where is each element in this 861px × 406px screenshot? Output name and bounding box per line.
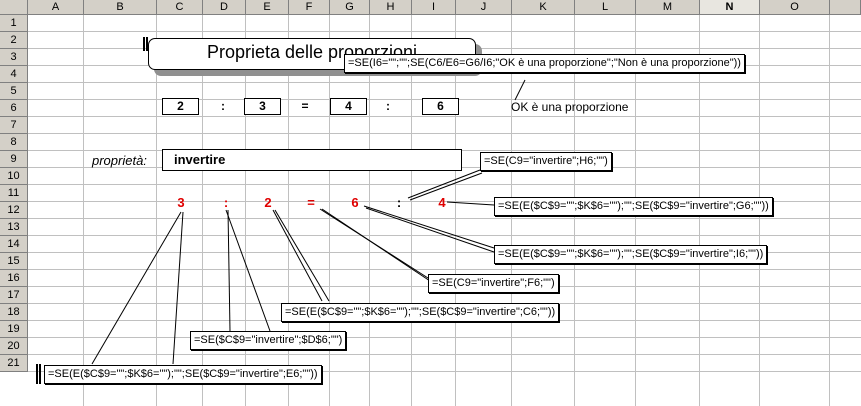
- callout-formula-d11[interactable]: =SE($C$9="invertire";$D$6;""): [190, 331, 347, 350]
- callout-formula-i11[interactable]: =SE(E($C$9="";$K$6="");"";SE($C$9="inver…: [494, 197, 773, 216]
- leader-c11-a: [91, 211, 182, 365]
- callout-formula-h11[interactable]: =SE(C9="invertire";H6;""): [480, 152, 612, 171]
- leader-k6: [514, 79, 526, 101]
- leader-f11-b: [321, 208, 431, 282]
- callout-formula-e11[interactable]: =SE(E($C$9="";$K$6="");"";SE($C$9="inver…: [281, 303, 560, 322]
- leader-h11-b: [409, 172, 483, 201]
- callout-formula-c11[interactable]: =SE(E($C$9="";$K$6="");"";SE($C$9="inver…: [44, 365, 322, 384]
- callout-formula-k6[interactable]: =SE(I6="";"";SE(C6/E6=G6/I6;"OK è una pr…: [344, 54, 745, 73]
- leader-g11-a: [363, 205, 495, 249]
- leader-d11-a: [225, 209, 271, 332]
- leader-g11-b: [365, 207, 495, 253]
- leader-d11-b: [227, 209, 231, 332]
- callout-formula-g11[interactable]: =SE(E($C$9="";$K$6="");"";SE($C$9="inver…: [494, 245, 768, 264]
- callout-formula-f11[interactable]: =SE(C9="invertire";F6;""): [428, 274, 559, 293]
- spreadsheet: ABCDEFGHIJKLMNO 1 2 3 4 5 6 7 8 9 10 11 12 13 14 15 16 1…: [0, 0, 861, 406]
- leader-i11: [446, 201, 495, 206]
- leader-h11-a: [407, 169, 481, 199]
- title-shape-handle[interactable]: [143, 37, 149, 51]
- callout-c11-handle[interactable]: [36, 364, 42, 384]
- leader-c11-b: [172, 211, 184, 365]
- leader-e11-a: [272, 209, 323, 302]
- leader-e11-b: [274, 209, 330, 302]
